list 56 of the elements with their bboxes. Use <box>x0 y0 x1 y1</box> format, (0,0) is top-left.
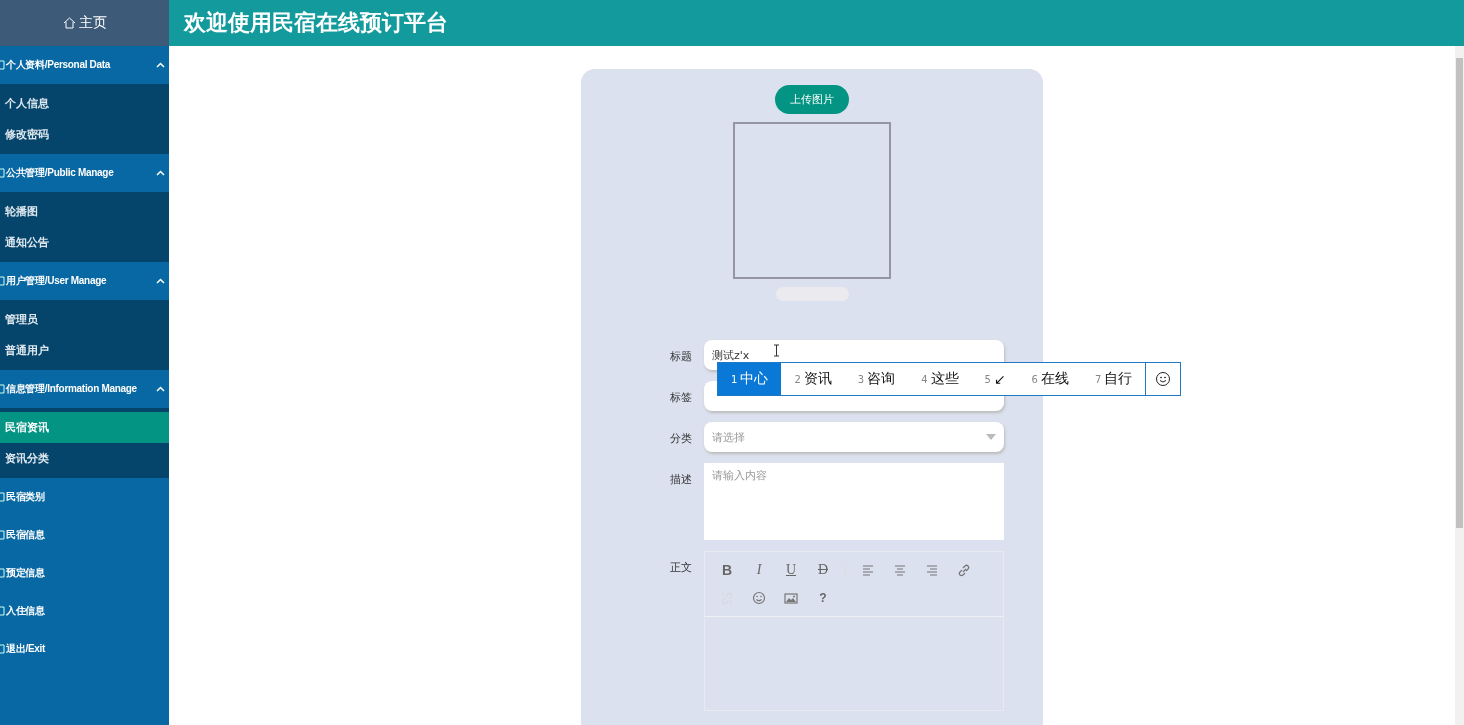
menu-group-label: 民宿信息 <box>6 528 45 542</box>
select-field[interactable]: 请选择 <box>704 422 1004 452</box>
text-cursor-icon <box>773 344 780 357</box>
emoji-icon[interactable] <box>1155 371 1172 387</box>
menu-item[interactable]: 民宿资讯 <box>0 412 169 443</box>
bold-button[interactable]: B <box>711 556 743 584</box>
menu-icon <box>0 384 5 394</box>
link-icon <box>957 563 971 577</box>
menu-item[interactable]: 通知公告 <box>0 227 169 258</box>
menu-icon <box>0 568 5 578</box>
menu-group-label: 个人资料/Personal Data <box>6 58 111 72</box>
ime-candidate[interactable]: 7 自行 <box>1082 363 1146 395</box>
menu-item[interactable]: 普通用户 <box>0 335 169 366</box>
menu-icon <box>0 644 5 654</box>
menu-item[interactable]: 修改密码 <box>0 119 169 150</box>
italic-button[interactable]: I <box>743 556 775 584</box>
menu-group-label: 信息管理/Information Manage <box>6 382 137 396</box>
align-center-icon <box>893 563 907 577</box>
textarea-field[interactable]: 请输入内容 <box>704 463 1004 540</box>
rich-text-editor[interactable]: B I U D ? <box>704 551 1004 711</box>
ime-candidate[interactable]: 1 中心 <box>718 363 782 395</box>
menu-item[interactable]: 个人信息 <box>0 88 169 119</box>
strikethrough-button[interactable]: D <box>807 556 839 584</box>
menu-item[interactable]: 管理员 <box>0 304 169 335</box>
menu-group-label: 用户管理/User Manage <box>6 274 107 288</box>
dropdown-icon <box>986 434 996 440</box>
underline-button[interactable]: U <box>775 556 807 584</box>
menu-icon <box>0 606 5 616</box>
field-label: 标题 <box>670 349 693 364</box>
menu-icon <box>0 60 5 70</box>
menu-item[interactable]: 轮播图 <box>0 196 169 227</box>
menu-group-label: 公共管理/Public Manage <box>6 166 114 180</box>
ime-candidate[interactable]: 6 在线 <box>1018 363 1082 395</box>
align-left-icon <box>861 563 875 577</box>
home-link[interactable]: 主页 <box>0 0 169 46</box>
menu-group-label: 民宿类别 <box>6 490 45 504</box>
menu-item[interactable]: 资讯分类 <box>0 443 169 474</box>
field-label: 分类 <box>670 431 693 446</box>
image-icon <box>784 591 798 605</box>
home-icon <box>62 17 76 29</box>
menu-group-label: 预定信息 <box>6 566 45 580</box>
menu-icon <box>0 492 5 502</box>
emoji-icon <box>752 591 766 605</box>
field-label: 描述 <box>670 472 693 487</box>
menu-icon <box>0 530 5 540</box>
page-title: 欢迎使用民宿在线预订平台 <box>169 0 1464 46</box>
menu-icon <box>0 168 5 178</box>
align-right-icon <box>925 563 939 577</box>
menu-group-label: 退出/Exit <box>6 642 46 656</box>
menu-icon <box>0 276 5 286</box>
scrollbar[interactable] <box>1455 46 1464 725</box>
help-button[interactable]: ? <box>807 584 839 612</box>
field-label: 标签 <box>670 390 693 405</box>
field-label: 正文 <box>670 560 693 575</box>
upload-button[interactable]: 上传图片 <box>775 85 849 114</box>
menu-group-label: 入住信息 <box>6 604 45 618</box>
